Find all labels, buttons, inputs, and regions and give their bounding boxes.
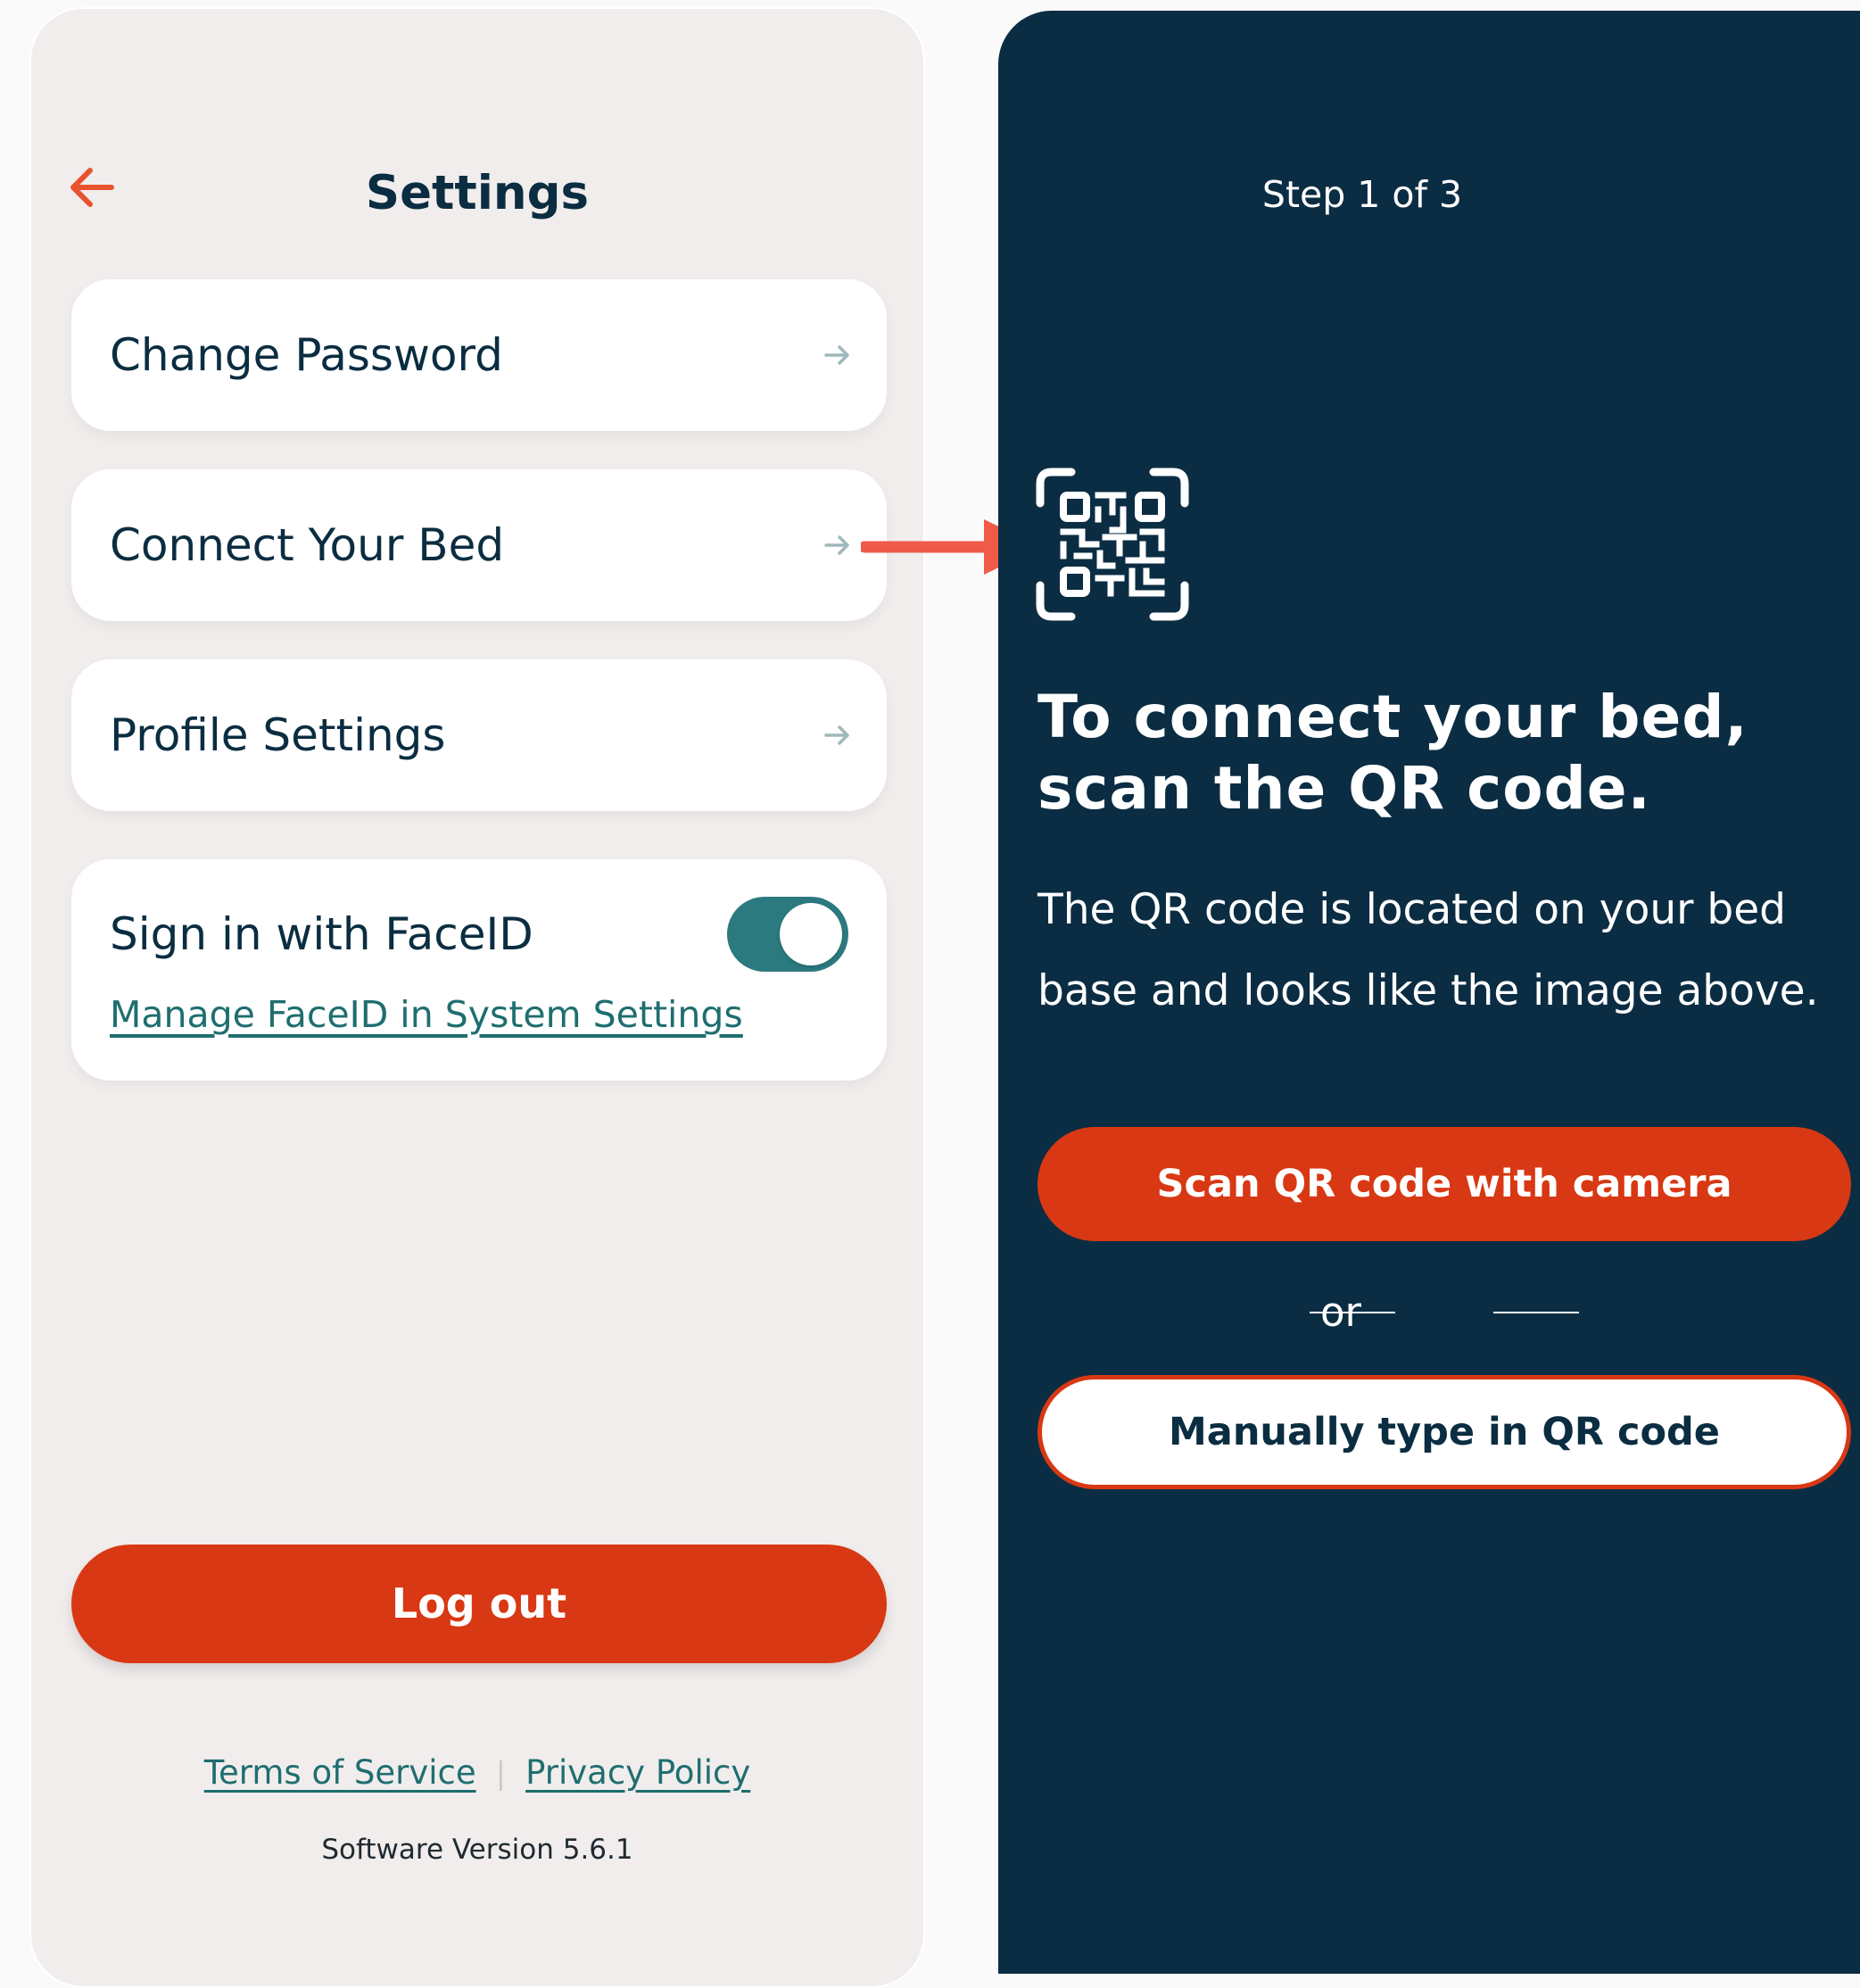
change-password-label: Change Password [110,329,503,381]
manage-faceid-link[interactable]: Manage FaceID in System Settings [110,993,743,1036]
manual-qr-button[interactable]: Manually type in QR code [1037,1375,1851,1489]
software-version: Software Version 5.6.1 [321,1834,633,1866]
step-indicator-text: Step 1 of 3 [1261,173,1463,216]
toggle-knob [780,903,842,965]
settings-screen: Settings Change Password Connect Your Be… [29,7,925,1988]
description: The QR code is located on your bed base … [1037,885,1819,1015]
change-password-item[interactable]: Change Password [71,279,887,431]
arrow-right-icon [824,345,849,365]
logout-button[interactable]: Log out [71,1545,887,1663]
faceid-card: Sign in with FaceID Manage FaceID in Sys… [71,859,887,1081]
profile-settings-item[interactable]: Profile Settings [71,659,887,811]
qr-code-icon [1036,468,1189,621]
footer-links: Terms of Service | Privacy Policy [31,1753,923,1792]
step-indicator: Step 1 of 3 [998,173,1860,216]
divider-line [1493,1312,1579,1313]
scan-qr-button[interactable]: Scan QR code with camera [1037,1127,1851,1241]
footer-separator: | [495,1756,507,1792]
or-divider: or [998,1288,1860,1342]
faceid-label: Sign in with FaceID [110,908,533,960]
profile-settings-label: Profile Settings [110,709,446,761]
connect-bed-screen: Step 1 of 3 To connect your bed, scan th… [998,11,1860,1974]
arrow-right-icon [824,535,849,555]
arrow-right-icon [824,725,849,745]
terms-of-service-link[interactable]: Terms of Service [204,1753,476,1792]
privacy-policy-link[interactable]: Privacy Policy [525,1753,750,1792]
headline: To connect your bed, scan the QR code. [1037,683,1748,823]
connect-your-bed-item[interactable]: Connect Your Bed [71,469,887,621]
or-text-wrap: or [998,1288,1860,1336]
page-title: Settings [365,166,590,220]
connect-your-bed-label: Connect Your Bed [110,519,505,571]
faceid-toggle[interactable] [727,897,848,972]
or-text: or [1319,1288,1362,1336]
